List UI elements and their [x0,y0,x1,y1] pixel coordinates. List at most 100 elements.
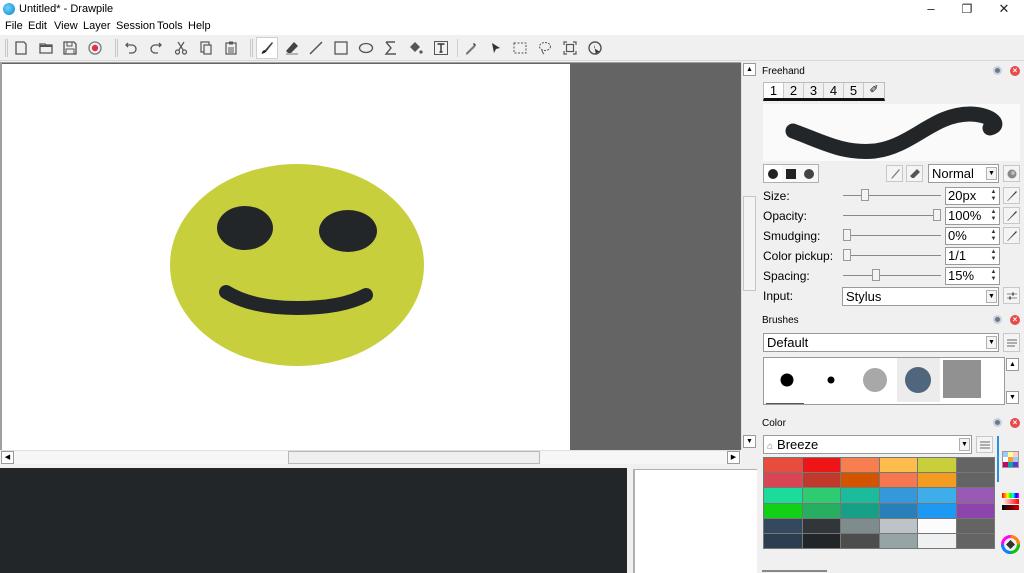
lasso-selection-tool-button[interactable] [534,37,556,59]
preset-tab-3[interactable]: 3 [804,83,824,98]
eraser-mode-button[interactable] [906,165,923,182]
toolbar-grip[interactable] [5,39,8,57]
bezier-tool-button[interactable] [380,37,402,59]
smudging-spinbox[interactable]: 0% ▲ ▼ [945,227,1000,245]
spin-arrows-icon[interactable]: ▲ ▼ [989,229,998,243]
round-brush-button[interactable] [764,165,782,182]
brush-preset-slate[interactable] [905,367,931,393]
record-button[interactable] [84,37,106,59]
dock-float-icon[interactable] [993,315,1002,324]
color-swatch[interactable] [918,488,956,503]
vertical-scroll-thumb[interactable] [743,196,756,291]
brush-settings-button[interactable] [1003,165,1020,182]
color-swatch[interactable] [802,533,840,548]
toolbar-grip[interactable] [115,39,118,57]
menu-help[interactable]: Help [188,20,211,32]
color-swatch[interactable] [918,518,956,533]
ellipse-tool-button[interactable] [355,37,377,59]
scroll-up-arrow[interactable]: ▲ [1006,358,1019,371]
close-button[interactable]: ✕ [985,0,1023,18]
scroll-down-arrow[interactable]: ▼ [743,435,756,448]
soft-brush-button[interactable] [800,165,818,182]
color-swatch[interactable] [879,533,917,548]
color-swatch[interactable] [918,503,956,518]
spin-arrows-icon[interactable]: ▲ ▼ [989,189,998,203]
minimize-button[interactable]: – [912,0,950,18]
palette-tab-button[interactable] [1001,450,1020,469]
canvas-vertical-scrollbar[interactable]: ▲ ▼ [741,62,756,450]
spin-arrows-icon[interactable]: ▲ ▼ [989,209,998,223]
brush-preset-list[interactable] [763,357,1005,405]
opacity-slider-handle[interactable] [933,209,941,221]
color-swatch[interactable] [764,488,802,503]
canvas-horizontal-scrollbar[interactable]: ◀ ▶ [0,450,741,464]
color-pickup-slider[interactable] [843,255,941,256]
chat-panel[interactable] [0,468,627,573]
preset-tab-2[interactable]: 2 [784,83,804,98]
rect-selection-tool-button[interactable] [509,37,531,59]
color-pickup-slider-handle[interactable] [843,249,851,261]
line-tool-button[interactable] [305,37,327,59]
scroll-left-arrow[interactable]: ◀ [1,451,14,464]
copy-button[interactable] [195,37,217,59]
canvas-paper[interactable] [2,64,570,450]
menu-view[interactable]: View [54,20,78,32]
text-tool-button[interactable] [430,37,452,59]
smudging-slider-handle[interactable] [843,229,851,241]
brush-list-scrollbar[interactable]: ▲ ▼ [1005,357,1020,405]
color-swatch[interactable] [841,473,879,488]
freehand-tool-button[interactable] [256,37,278,59]
color-swatch[interactable] [802,458,840,473]
laser-pointer-tool-button[interactable] [484,37,506,59]
palette-menu-button[interactable] [976,436,993,453]
color-picker-tool-button[interactable] [460,37,482,59]
palette-select[interactable]: ⌂ Breeze ▼ [763,435,972,454]
color-swatch[interactable] [956,533,994,548]
scroll-up-arrow[interactable]: ▲ [743,63,756,76]
zoom-fit-button[interactable] [559,37,581,59]
color-swatch[interactable] [956,503,994,518]
color-swatch[interactable] [841,518,879,533]
save-button[interactable] [59,37,81,59]
color-swatch[interactable] [841,488,879,503]
sliders-tab-button[interactable] [1001,492,1020,511]
eraser-tool-button[interactable] [281,37,303,59]
scroll-down-arrow[interactable]: ▼ [1006,391,1019,404]
color-swatch[interactable] [802,503,840,518]
toolbar-grip[interactable] [250,39,253,57]
color-swatch[interactable] [956,473,994,488]
smudging-pressure-button[interactable] [1003,227,1020,244]
brush-preset-small-round[interactable] [827,376,835,384]
opacity-slider[interactable] [843,215,941,216]
color-swatch[interactable] [879,458,917,473]
menu-tools[interactable]: Tools [157,20,183,32]
preset-tab-5[interactable]: 5 [844,83,864,98]
undo-button[interactable] [120,37,142,59]
canvas-view[interactable] [0,62,741,451]
preset-tab-4[interactable]: 4 [824,83,844,98]
input-settings-button[interactable] [1003,287,1020,304]
spacing-slider[interactable] [843,275,941,276]
brush-preset-square-grey[interactable] [943,360,981,398]
color-swatch[interactable] [918,473,956,488]
opacity-pressure-button[interactable] [1003,207,1020,224]
user-list-panel[interactable] [633,469,757,573]
size-spinbox[interactable]: 20px ▲ ▼ [945,187,1000,205]
maximize-button[interactable]: ❐ [948,0,986,18]
redo-button[interactable] [145,37,167,59]
color-swatch[interactable] [802,518,840,533]
color-swatch[interactable] [764,458,802,473]
color-swatch[interactable] [879,488,917,503]
paste-button[interactable] [220,37,242,59]
dock-float-icon[interactable] [993,66,1002,75]
scroll-right-arrow[interactable]: ▶ [727,451,740,464]
color-pickup-spinbox[interactable]: 1/1 ▲ ▼ [945,247,1000,265]
color-swatch[interactable] [764,518,802,533]
menu-session[interactable]: Session [116,20,155,32]
preset-tab-eraser[interactable]: ✐ [864,83,884,98]
size-slider-handle[interactable] [861,189,869,201]
color-swatch[interactable] [802,488,840,503]
new-document-button[interactable] [10,37,32,59]
color-swatch[interactable] [956,458,994,473]
color-swatch[interactable] [879,503,917,518]
